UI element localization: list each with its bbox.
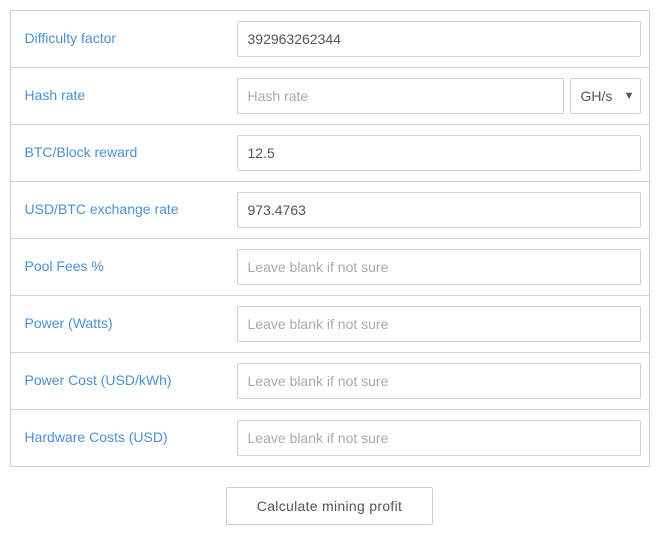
label-power-cost: Power Cost (USD/kWh) xyxy=(11,362,229,400)
input-hash-rate[interactable] xyxy=(237,78,564,114)
button-row: Calculate mining profit xyxy=(10,467,650,545)
row-hardware-costs: Hardware Costs (USD) xyxy=(11,410,649,466)
input-cell-hash-rate: GH/sTH/sMH/sKH/s▼ xyxy=(229,68,649,124)
row-btc-block-reward: BTC/Block reward xyxy=(11,125,649,182)
input-power-cost[interactable] xyxy=(237,363,641,399)
row-power-cost: Power Cost (USD/kWh) xyxy=(11,353,649,410)
input-pool-fees[interactable] xyxy=(237,249,641,285)
input-cell-pool-fees xyxy=(229,239,649,295)
unit-wrapper-hash-rate: GH/sTH/sMH/sKH/s▼ xyxy=(570,78,641,114)
input-cell-usd-btc-exchange xyxy=(229,182,649,238)
form-table: Difficulty factor Hash rate GH/sTH/sMH/sKH… xyxy=(10,10,650,467)
calculator-container: Difficulty factor Hash rate GH/sTH/sMH/sKH… xyxy=(10,10,650,545)
row-difficulty-factor: Difficulty factor xyxy=(11,11,649,68)
label-usd-btc-exchange: USD/BTC exchange rate xyxy=(11,191,229,229)
unit-select-hash-rate[interactable]: GH/sTH/sMH/sKH/s xyxy=(570,78,641,114)
input-hardware-costs[interactable] xyxy=(237,420,641,456)
row-hash-rate: Hash rate GH/sTH/sMH/sKH/s▼ xyxy=(11,68,649,125)
input-power-watts[interactable] xyxy=(237,306,641,342)
calculate-button[interactable]: Calculate mining profit xyxy=(226,487,433,525)
label-power-watts: Power (Watts) xyxy=(11,305,229,343)
label-btc-block-reward: BTC/Block reward xyxy=(11,134,229,172)
input-cell-hardware-costs xyxy=(229,410,649,466)
row-power-watts: Power (Watts) xyxy=(11,296,649,353)
row-usd-btc-exchange: USD/BTC exchange rate xyxy=(11,182,649,239)
input-cell-difficulty-factor xyxy=(229,11,649,67)
row-pool-fees: Pool Fees % xyxy=(11,239,649,296)
label-hardware-costs: Hardware Costs (USD) xyxy=(11,419,229,457)
label-difficulty-factor: Difficulty factor xyxy=(11,20,229,58)
input-cell-btc-block-reward xyxy=(229,125,649,181)
input-btc-block-reward[interactable] xyxy=(237,135,641,171)
input-difficulty-factor[interactable] xyxy=(237,21,641,57)
input-cell-power-cost xyxy=(229,353,649,409)
label-hash-rate: Hash rate xyxy=(11,77,229,115)
input-cell-power-watts xyxy=(229,296,649,352)
input-usd-btc-exchange[interactable] xyxy=(237,192,641,228)
label-pool-fees: Pool Fees % xyxy=(11,248,229,286)
